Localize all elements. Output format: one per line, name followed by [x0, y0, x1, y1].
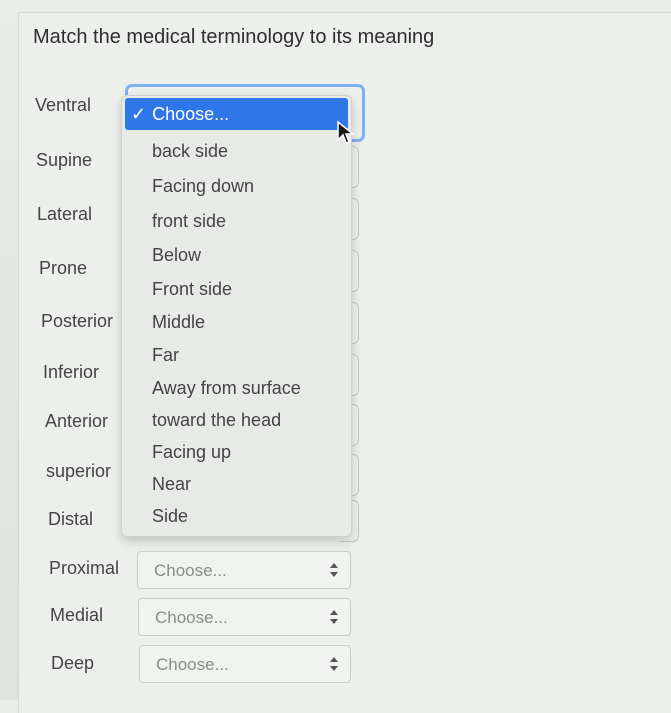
dropdown-option[interactable]: back side [152, 141, 228, 162]
checkmark-icon: ✓ [131, 104, 147, 124]
dropdown-option[interactable]: Near [152, 474, 191, 495]
dropdown-option[interactable]: Middle [152, 312, 205, 333]
term-posterior: Posterior [41, 311, 114, 331]
select-deep[interactable]: Choose... [139, 645, 351, 683]
select-medial[interactable]: Choose... [138, 598, 351, 636]
term-proximal: Proximal [49, 558, 120, 578]
term-lateral: Lateral [37, 204, 93, 224]
dropdown-option[interactable]: toward the head [152, 410, 281, 431]
select-arrows-icon [330, 657, 338, 671]
dropdown-option[interactable]: Front side [152, 279, 232, 300]
term-deep: Deep [51, 653, 95, 673]
term-medial: Medial [50, 605, 104, 625]
select-medial-value: Choose... [155, 608, 228, 627]
select-proximal-value: Choose... [154, 561, 227, 580]
term-prone: Prone [39, 258, 88, 278]
select-arrows-icon [330, 610, 338, 624]
dropdown-option[interactable]: Below [152, 245, 201, 266]
dropdown-option[interactable]: Facing down [152, 176, 254, 197]
term-supine: Supine [36, 150, 93, 170]
question-text: Match the medical terminology to its mea… [33, 26, 435, 48]
dropdown-option[interactable]: Far [152, 345, 179, 366]
dropdown-option-selected[interactable]: ✓ Choose... [125, 98, 348, 130]
term-anterior: Anterior [45, 411, 109, 431]
select-proximal[interactable]: Choose... [137, 551, 351, 589]
dropdown-menu-ventral: ✓ Choose... back side Facing down front s… [121, 95, 352, 537]
term-superior: superior [46, 461, 112, 481]
dropdown-option[interactable]: Side [152, 506, 188, 527]
term-inferior: Inferior [43, 362, 100, 382]
select-deep-value: Choose... [156, 655, 229, 674]
dropdown-option[interactable]: front side [152, 211, 226, 232]
dropdown-selected-label: Choose... [152, 104, 230, 124]
mouse-pointer-icon [337, 120, 356, 144]
term-distal: Distal [48, 509, 94, 529]
select-arrows-icon [330, 563, 338, 577]
dropdown-option[interactable]: Facing up [152, 442, 231, 463]
dropdown-option[interactable]: Away from surface [152, 378, 301, 399]
term-ventral: Ventral [35, 95, 92, 115]
